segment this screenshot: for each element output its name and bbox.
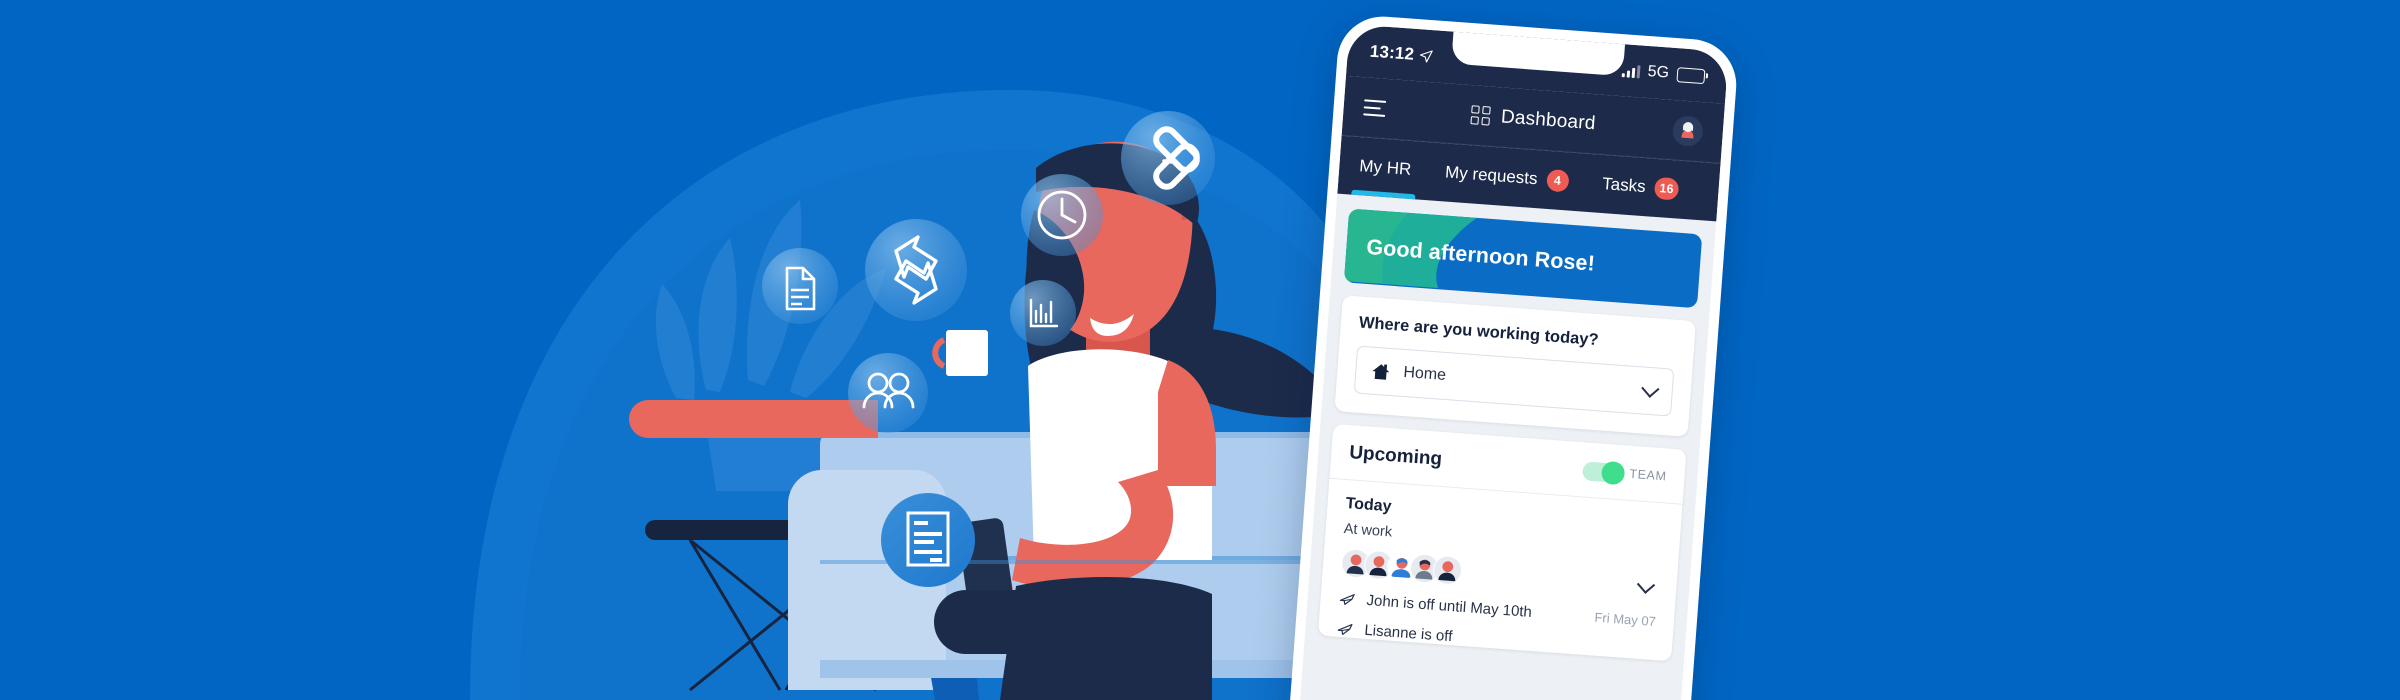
avatar (1432, 554, 1464, 586)
hamburger-menu-icon[interactable] (1363, 98, 1387, 117)
tab-tasks-badge: 16 (1653, 176, 1680, 201)
phone-notch (1451, 31, 1626, 77)
bar-chart-icon-bubble (1010, 280, 1076, 346)
airplane-icon (1339, 594, 1355, 606)
work-location-card: Where are you working today? Home (1334, 295, 1696, 437)
app-bar-title-group: Dashboard (1470, 104, 1596, 135)
team-toggle-group: TEAM (1581, 460, 1668, 486)
battery-icon (1676, 66, 1706, 84)
hero-illustration (0, 0, 1400, 700)
people-icon-bubble (848, 353, 928, 433)
phone-screen: 13:12 5G Dashboard My HR My requests 4 T… (1295, 24, 1729, 700)
event-date: Fri May 07 (1594, 609, 1657, 630)
tab-my-requests-badge: 4 (1545, 168, 1570, 193)
event-text: John is off until May 10th (1365, 591, 1533, 621)
greeting-banner: Good afternoon Rose! (1343, 208, 1703, 309)
tab-my-requests[interactable]: My requests 4 (1443, 144, 1571, 211)
chevron-down-icon[interactable] (1636, 575, 1656, 594)
avatar-stack (1340, 547, 1464, 586)
document-large-icon-bubble (881, 493, 975, 587)
event-text: Lisanne is off (1363, 621, 1453, 646)
sync-arrows-icon-bubble (865, 219, 967, 321)
screenshot-stage: 13:12 5G Dashboard My HR My requests 4 T… (0, 0, 2400, 700)
status-time-group: 13:12 (1369, 42, 1434, 67)
tab-my-requests-label: My requests (1444, 162, 1539, 189)
network-label: 5G (1647, 63, 1670, 82)
signal-bars-icon (1621, 64, 1641, 78)
work-location-value: Home (1402, 363, 1447, 385)
clock-icon-bubble (1021, 174, 1103, 256)
chevron-down-icon (1641, 379, 1660, 398)
upcoming-title: Upcoming (1348, 442, 1443, 470)
location-arrow-icon (1420, 49, 1434, 63)
status-time: 13:12 (1369, 41, 1415, 64)
document-icon-bubble (762, 248, 838, 324)
tab-tasks[interactable]: Tasks 16 (1600, 155, 1680, 218)
user-avatar[interactable] (1671, 114, 1704, 147)
tab-tasks-label: Tasks (1601, 174, 1647, 197)
page-title: Dashboard (1500, 105, 1597, 134)
phone-body: 13:12 5G Dashboard My HR My requests 4 T… (1284, 13, 1740, 700)
dashboard-content: Good afternoon Rose! Where are you worki… (1305, 194, 1716, 663)
bandage-cross-icon-bubble (1121, 111, 1215, 205)
airplane-icon (1337, 623, 1353, 635)
home-icon (1372, 363, 1390, 380)
work-location-select[interactable]: Home (1353, 345, 1675, 417)
status-indicators: 5G (1621, 61, 1706, 85)
team-toggle[interactable] (1581, 460, 1626, 485)
dashboard-grid-icon (1470, 105, 1491, 126)
tab-my-hr[interactable]: My HR (1357, 137, 1413, 199)
upcoming-card: Upcoming TEAM Today At work John is off … (1317, 423, 1687, 662)
tab-my-hr-label: My HR (1358, 156, 1412, 179)
team-toggle-label: TEAM (1628, 466, 1668, 484)
smartphone-mockup: 13:12 5G Dashboard My HR My requests 4 T… (1284, 13, 1740, 700)
